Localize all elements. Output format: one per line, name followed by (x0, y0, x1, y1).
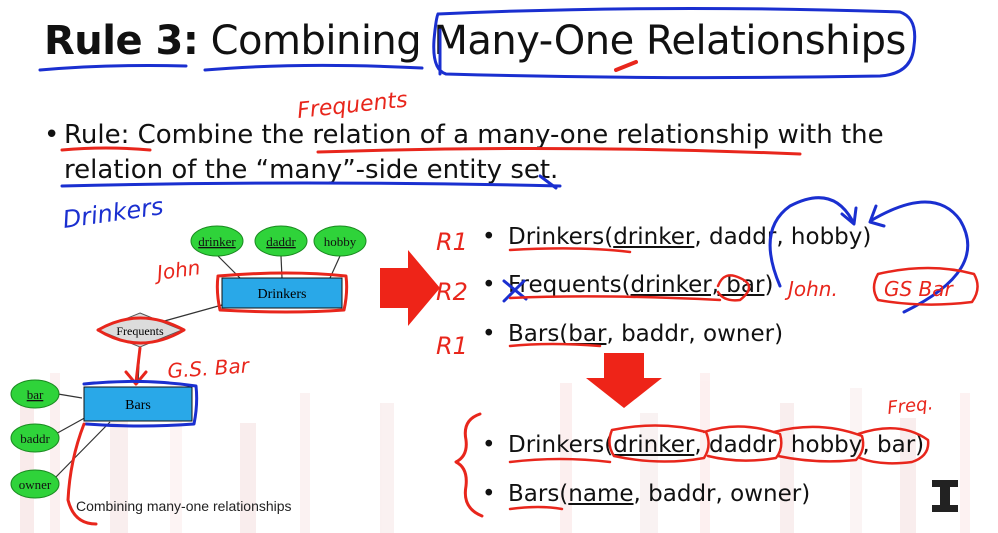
title-rule-number: Rule 3: (44, 18, 199, 64)
slide-caption: Combining many-one relationships (76, 498, 292, 514)
logo-icon (932, 480, 958, 512)
relation-frequents: • Frequents(drinker, bar) (482, 272, 774, 298)
attr-hobby: hobby (324, 234, 357, 249)
slide-title: Rule 3: Combining Many-One Relationships (44, 18, 906, 64)
down-arrow-icon (586, 353, 662, 408)
attr-daddr: daddr (266, 234, 296, 249)
rule-text-line1: Combine the relation of a many-one relat… (137, 120, 884, 150)
relation-bars: • Bars(bar, baddr, owner) (482, 321, 784, 347)
rule-bullet-line1: • Rule: Combine the relation of a many-on… (44, 120, 924, 150)
attr-owner: owner (19, 477, 52, 492)
relation-drinkers: • Drinkers(drinker, daddr, hobby) (482, 224, 872, 250)
relation-drinkers-combined: • Drinkers(drinker, daddr, hobby, bar) (482, 432, 925, 458)
attr-drinker: drinker (198, 234, 236, 249)
title-text: Combining Many-One Relationships (210, 18, 907, 64)
rule-text-line2: relation of the “many”-side entity set. (64, 155, 559, 185)
entity-drinkers: Drinkers (258, 287, 307, 302)
right-arrow-icon (380, 250, 440, 326)
entity-bars: Bars (125, 398, 151, 413)
rule-label: Rule: (64, 120, 138, 150)
bullet-dot: • (44, 120, 60, 150)
relation-bars-combined: • Bars(name, baddr, owner) (482, 481, 811, 507)
relationship-frequents: Frequents (116, 324, 164, 338)
attr-bar: bar (27, 387, 44, 402)
attr-baddr: baddr (20, 431, 50, 446)
